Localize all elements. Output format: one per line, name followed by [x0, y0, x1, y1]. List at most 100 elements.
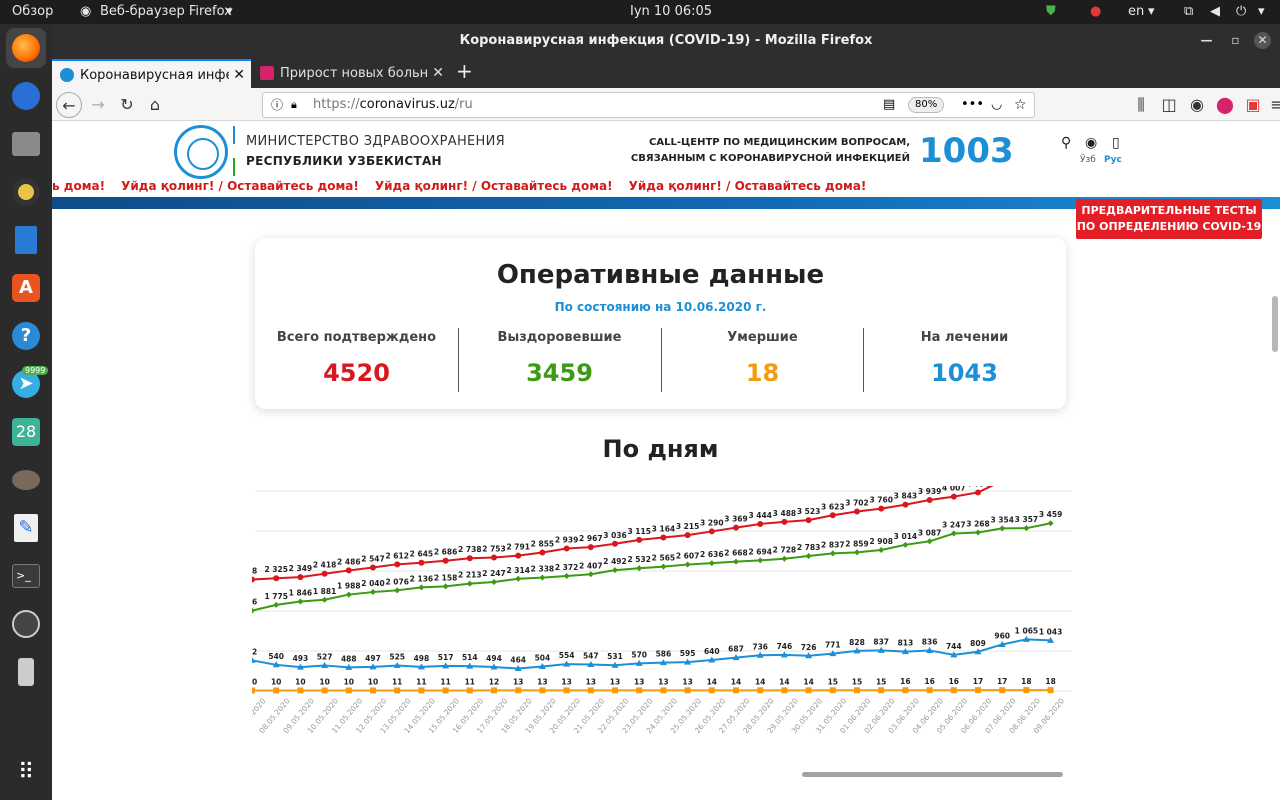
data-point-recovered[interactable] [587, 571, 594, 578]
vertical-scrollbar[interactable] [1272, 296, 1278, 352]
horizontal-scrollbar[interactable] [802, 772, 1063, 777]
daily-line-chart[interactable]: 982 3252 3492 4182 4862 5472 6122 6452 6… [252, 486, 1072, 736]
sidebar-icon[interactable]: ◫ [1156, 92, 1182, 118]
hotline-number[interactable]: 1003 [919, 131, 1014, 171]
data-point-deaths[interactable] [612, 687, 618, 694]
data-point-recovered[interactable] [636, 565, 643, 572]
data-point-deaths[interactable] [491, 687, 497, 694]
data-point-confirmed[interactable] [273, 575, 280, 582]
extension-icon[interactable]: ⬤ [1212, 92, 1238, 118]
data-point-recovered[interactable] [902, 541, 909, 548]
data-point-recovered[interactable] [733, 558, 739, 565]
data-point-deaths[interactable] [370, 687, 376, 694]
data-point-confirmed[interactable] [394, 561, 401, 568]
data-point-deaths[interactable] [999, 687, 1006, 694]
calendar-icon[interactable]: 28 [6, 412, 46, 452]
lock-icon[interactable]: 🔒︎ [291, 93, 297, 117]
data-point-deaths[interactable] [1047, 687, 1054, 694]
menu-icon[interactable]: ≡ [1264, 92, 1280, 118]
data-point-recovered[interactable] [273, 601, 280, 608]
data-point-confirmed[interactable] [563, 545, 570, 552]
data-point-deaths[interactable] [563, 687, 570, 694]
data-point-recovered[interactable] [563, 572, 570, 579]
data-point-recovered[interactable] [345, 591, 352, 598]
data-point-confirmed[interactable] [587, 544, 594, 551]
data-point-recovered[interactable] [781, 555, 788, 562]
terminal-icon[interactable]: >_ [6, 556, 46, 596]
url-bar[interactable]: ⓘ 🔒︎ https://coronavirus.uz/ru ▤ 80% •••… [262, 92, 1035, 118]
library-icon[interactable]: ⫼ [1128, 92, 1154, 118]
software-center-icon[interactable]: A [6, 268, 46, 308]
data-point-deaths[interactable] [829, 687, 836, 694]
eye-icon[interactable]: ◉ [1085, 135, 1097, 151]
data-point-deaths[interactable] [781, 687, 788, 694]
data-point-confirmed[interactable] [781, 518, 788, 525]
ministry-logo[interactable] [174, 125, 228, 179]
data-point-recovered[interactable] [829, 550, 836, 557]
mobile-icon[interactable]: ▯ [1112, 135, 1120, 151]
data-point-confirmed[interactable] [950, 493, 957, 500]
data-point-recovered[interactable] [684, 561, 691, 568]
data-point-deaths[interactable] [684, 687, 691, 694]
site-info-icon[interactable]: ⓘ [271, 93, 283, 117]
minimize-icon[interactable]: — [1198, 32, 1215, 49]
data-point-recovered[interactable] [1047, 520, 1054, 527]
data-point-confirmed[interactable] [805, 517, 812, 524]
data-point-recovered[interactable] [1023, 525, 1030, 532]
data-point-recovered[interactable] [926, 538, 933, 545]
files-icon[interactable] [6, 124, 46, 164]
data-point-confirmed[interactable] [297, 574, 304, 581]
data-point-confirmed[interactable] [829, 512, 836, 519]
data-point-deaths[interactable] [515, 687, 522, 694]
data-point-deaths[interactable] [466, 687, 473, 694]
page-actions-icon[interactable]: ••• [961, 93, 984, 117]
data-point-recovered[interactable] [321, 596, 328, 603]
data-point-confirmed[interactable] [321, 570, 328, 577]
data-point-deaths[interactable] [854, 687, 860, 694]
data-point-deaths[interactable] [321, 687, 328, 694]
app-menu[interactable]: Веб-браузер Firefox [100, 4, 232, 19]
data-point-recovered[interactable] [466, 580, 473, 587]
data-point-deaths[interactable] [297, 687, 304, 694]
maximize-icon[interactable]: ▫ [1227, 32, 1244, 49]
data-point-deaths[interactable] [587, 687, 594, 694]
usb-drive-icon[interactable] [6, 652, 46, 692]
data-point-recovered[interactable] [370, 589, 376, 596]
show-applications-icon[interactable]: ⠿ [6, 752, 46, 792]
clock[interactable]: Iyn 10 06:05 [630, 4, 712, 19]
data-point-recovered[interactable] [975, 529, 981, 536]
writer-icon[interactable] [6, 220, 46, 260]
data-point-confirmed[interactable] [612, 540, 618, 547]
data-point-deaths[interactable] [975, 687, 981, 694]
power-icon[interactable]: ⏻ [1236, 4, 1246, 19]
data-point-deaths[interactable] [394, 687, 401, 694]
tab-coronavirus[interactable]: Коронавирусная инфек ✕ [52, 59, 251, 88]
app-menu-chevron-icon[interactable]: ▾ [226, 4, 233, 19]
firefox-icon[interactable] [6, 28, 46, 68]
data-point-recovered[interactable] [878, 546, 885, 553]
pocket-icon[interactable]: ◡ [991, 93, 1002, 117]
data-point-confirmed[interactable] [345, 567, 352, 574]
data-point-recovered[interactable] [805, 553, 812, 560]
data-point-recovered[interactable] [297, 598, 304, 605]
data-point-recovered[interactable] [418, 584, 425, 591]
data-point-confirmed[interactable] [491, 554, 497, 561]
close-tab-icon[interactable]: ✕ [229, 61, 245, 88]
search-icon[interactable]: ⚲ [1061, 135, 1071, 151]
data-point-confirmed[interactable] [660, 534, 667, 541]
data-point-deaths[interactable] [442, 687, 449, 694]
thunderbird-icon[interactable] [6, 76, 46, 116]
data-point-deaths[interactable] [708, 687, 715, 694]
data-point-deaths[interactable] [660, 687, 667, 694]
keyboard-chevron-icon[interactable]: ▾ [1148, 4, 1155, 19]
data-point-recovered[interactable] [442, 583, 449, 590]
extension-red-icon[interactable]: ▣ [1240, 92, 1266, 118]
data-point-recovered[interactable] [491, 579, 497, 586]
data-point-confirmed[interactable] [539, 549, 546, 556]
data-point-deaths[interactable] [805, 687, 812, 694]
data-point-deaths[interactable] [878, 687, 885, 694]
home-button[interactable]: ⌂ [142, 92, 168, 118]
recorder-icon[interactable]: ● [1090, 4, 1101, 19]
data-point-confirmed[interactable] [684, 532, 691, 539]
network-icon[interactable]: ⧉ [1184, 4, 1193, 19]
